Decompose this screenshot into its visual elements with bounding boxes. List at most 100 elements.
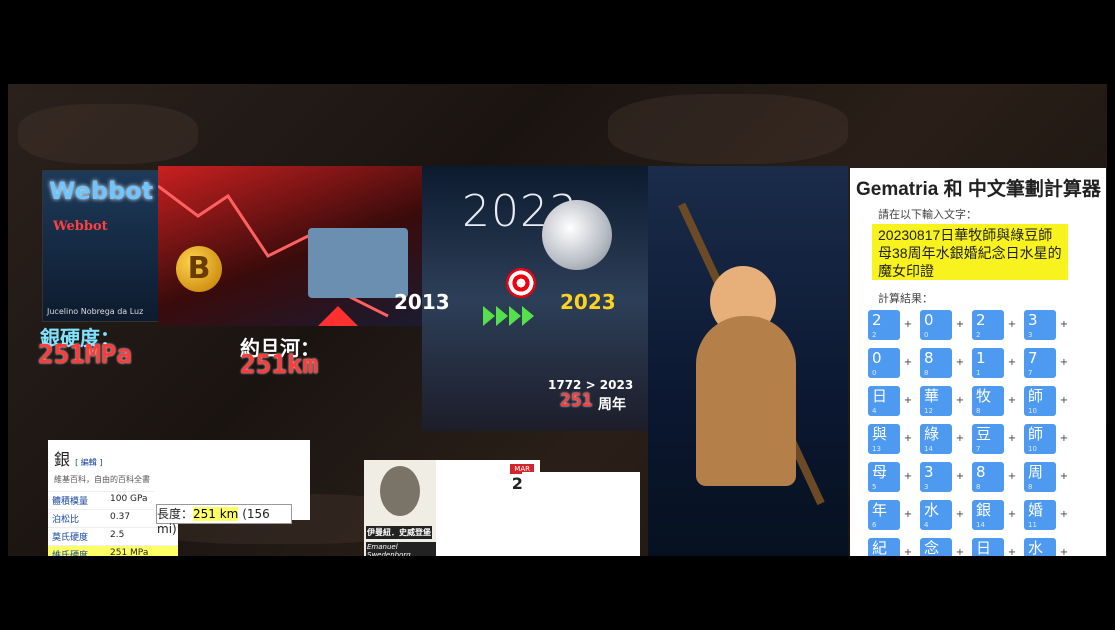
tile-count: 2	[872, 331, 877, 339]
tile-count: 13	[872, 445, 881, 453]
char-tile: 周8	[1024, 462, 1056, 492]
tile-char: 母	[872, 463, 888, 481]
target-icon	[506, 268, 536, 298]
webbot-subtitle: Webbot	[53, 219, 108, 234]
wiki-edit-link: [ 編輯 ]	[75, 458, 103, 467]
tile-count: 2	[976, 331, 981, 339]
tile-count: 8	[976, 407, 981, 415]
plus-sign: +	[903, 509, 913, 520]
plus-sign: +	[955, 509, 965, 520]
tile-count: 3	[924, 483, 929, 491]
char-tile: 11	[972, 348, 1004, 378]
anniversary-suffix: 周年	[598, 397, 626, 413]
char-tile: 華 12	[920, 386, 952, 416]
plus-sign: +	[1007, 433, 1017, 444]
char-tile: 88	[972, 462, 1004, 492]
char-tile: 豆7	[972, 424, 1004, 454]
calculator-title: Gematria 和 中文筆劃計算器	[856, 179, 1101, 200]
tile-char: 師	[1028, 387, 1044, 405]
plus-sign: +	[1007, 471, 1017, 482]
char-tile: 紀9	[868, 538, 900, 556]
wiki-row-value: 100 GPa	[110, 494, 148, 504]
arrow-icon	[509, 306, 521, 326]
tile-count: 11	[1028, 521, 1037, 529]
plus-sign: +	[955, 357, 965, 368]
plus-sign: +	[1059, 433, 1069, 444]
plus-sign: +	[903, 357, 913, 368]
tile-count: 0	[872, 369, 877, 377]
tile-count: 7	[976, 445, 981, 453]
portrait-icon	[380, 466, 420, 516]
tile-char: 銀	[976, 501, 992, 519]
bank-icon	[308, 228, 408, 298]
char-tile: 師 10	[1024, 386, 1056, 416]
char-tile: 綠 14	[920, 424, 952, 454]
wiki-row-key: 維氏硬度	[52, 551, 89, 556]
length-box: 長度：251 km (156 mi)	[156, 504, 292, 536]
tile-count: 5	[872, 483, 877, 491]
boy-body-icon	[696, 316, 796, 486]
arrow-icon	[496, 306, 508, 326]
wiki-row-key: 體積模量	[52, 497, 89, 507]
tile-char: 紀	[872, 539, 888, 556]
wiki-row: 維氏硬度 251 MPa	[48, 545, 178, 556]
plus-sign: +	[955, 471, 965, 482]
plus-sign: +	[903, 471, 913, 482]
plus-sign: +	[903, 395, 913, 406]
wiki-row-key: 泊松比	[52, 515, 80, 525]
tile-count: 14	[924, 445, 933, 453]
plus-sign: +	[1007, 357, 1017, 368]
char-tile: 22	[868, 310, 900, 340]
char-tile: 念8	[920, 538, 952, 556]
tile-count: 12	[924, 407, 933, 415]
video-content: Webbot Webbot Jucelino Nobrega da Luz B …	[8, 84, 1107, 556]
char-tile: 33	[1024, 310, 1056, 340]
tile-char: 與	[872, 425, 888, 443]
cartoon-boy-image	[648, 166, 848, 556]
result-label: 計算結果：	[878, 292, 933, 305]
char-tile: 母5	[868, 462, 900, 492]
tile-count: 7	[1028, 369, 1033, 377]
tile-char: 水	[1028, 539, 1044, 556]
tile-char: 日	[976, 539, 992, 556]
arrow-icon	[483, 306, 495, 326]
char-tile: 水4	[1024, 538, 1056, 556]
plus-sign: +	[1059, 319, 1069, 330]
wiki-row-key: 莫氏硬度	[52, 533, 89, 543]
char-tile: 00	[868, 348, 900, 378]
char-tile: 牧8	[972, 386, 1004, 416]
plus-sign: +	[1007, 319, 1017, 330]
plus-sign: +	[903, 319, 913, 330]
tile-count: 1	[976, 369, 981, 377]
char-tile: 水4	[920, 500, 952, 530]
char-tile: 銀 14	[972, 500, 1004, 530]
year-2013: 2013	[394, 290, 450, 314]
tile-count: 0	[924, 331, 929, 339]
text-input[interactable]: 20230817日華牧師與綠豆師母38周年水銀婚紀念日水星的魔女印證	[872, 224, 1068, 280]
plus-sign: +	[955, 547, 965, 556]
tile-char: 8	[976, 463, 986, 481]
plus-sign: +	[1059, 471, 1069, 482]
year-2023: 2023	[560, 290, 616, 314]
tile-count: 6	[872, 521, 877, 529]
char-tile: 與 13	[868, 424, 900, 454]
webbot-panel: Webbot Webbot Jucelino Nobrega da Luz	[42, 170, 159, 322]
tile-char: 8	[924, 349, 934, 367]
char-tile: 77	[1024, 348, 1056, 378]
webbot-title: Webbot	[49, 177, 154, 205]
jordan-river-value: 251km	[240, 350, 319, 380]
plus-sign: +	[903, 547, 913, 556]
char-tile: 日4	[972, 538, 1004, 556]
tile-char: 2	[976, 311, 986, 329]
tile-char: 1	[976, 349, 986, 367]
tile-count: 14	[976, 521, 985, 529]
tile-char: 年	[872, 501, 888, 519]
char-tile: 日4	[868, 386, 900, 416]
silver-hardness-value: 251MPa	[38, 340, 132, 370]
tile-char: 水	[924, 501, 940, 519]
plus-sign: +	[955, 433, 965, 444]
plus-sign: +	[1059, 395, 1069, 406]
moon-icon	[542, 200, 612, 270]
tile-char: 豆	[976, 425, 992, 443]
char-tile: 年6	[868, 500, 900, 530]
